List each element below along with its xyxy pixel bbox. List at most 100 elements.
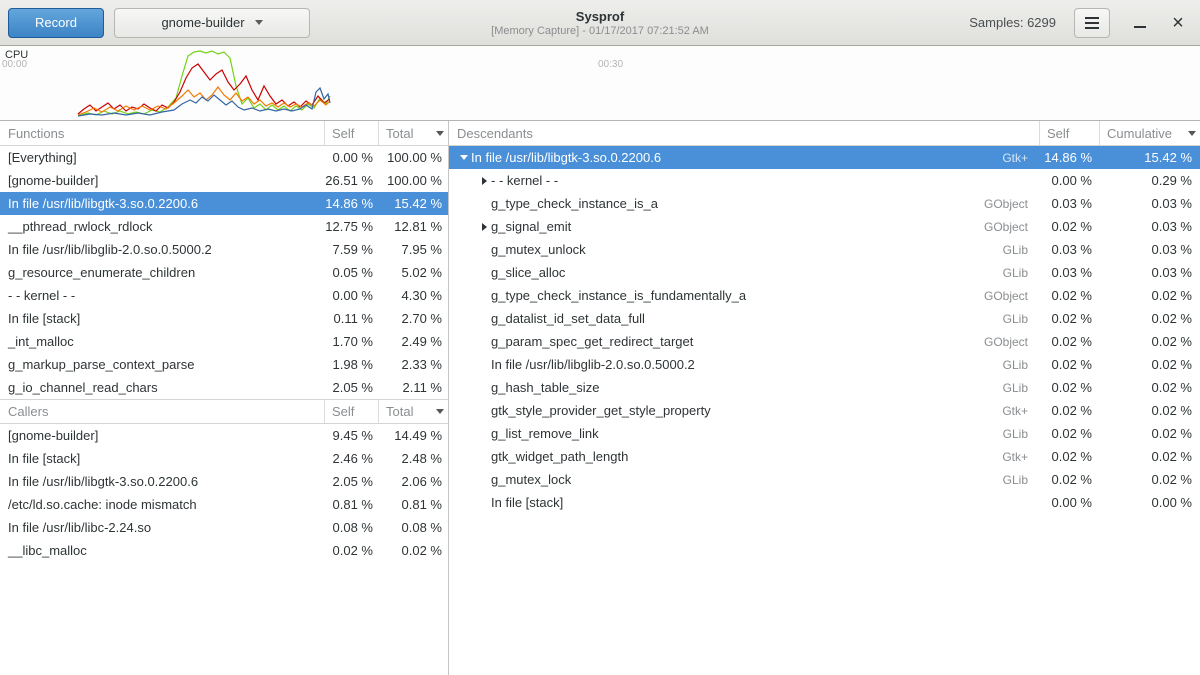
- expander-spacer: [477, 450, 491, 464]
- tree-row[interactable]: g_param_spec_get_redirect_targetGObject0…: [449, 330, 1200, 353]
- column-header-descendants[interactable]: Descendants: [449, 121, 1040, 145]
- name-cell: g_slice_alloc: [449, 265, 978, 280]
- total-value: 2.49 %: [379, 334, 448, 349]
- name-cell: g_mutex_lock: [449, 472, 978, 487]
- self-value: 1.70 %: [325, 334, 379, 349]
- table-row[interactable]: [gnome-builder]26.51 %100.00 %: [0, 169, 448, 192]
- headerbar-right: Samples: 6299 ×: [969, 8, 1192, 38]
- function-name: In file [stack]: [0, 311, 325, 326]
- table-row[interactable]: In file /usr/lib/libglib-2.0.so.0.5000.2…: [0, 238, 448, 261]
- cumulative-value: 0.02 %: [1100, 311, 1200, 326]
- table-row[interactable]: g_markup_parse_context_parse1.98 %2.33 %: [0, 353, 448, 376]
- tree-row[interactable]: g_signal_emitGObject0.02 %0.03 %: [449, 215, 1200, 238]
- name-cell: g_hash_table_size: [449, 380, 978, 395]
- table-row[interactable]: [gnome-builder]9.45 %14.49 %: [0, 424, 448, 447]
- tree-row[interactable]: g_hash_table_sizeGLib0.02 %0.02 %: [449, 376, 1200, 399]
- total-value: 0.81 %: [379, 497, 448, 512]
- table-row[interactable]: [Everything]0.00 %100.00 %: [0, 146, 448, 169]
- tree-row[interactable]: g_slice_allocGLib0.03 %0.03 %: [449, 261, 1200, 284]
- expand-expander-icon[interactable]: [477, 174, 491, 188]
- function-name: In file /usr/lib/libgtk-3.so.0.2200.6: [0, 474, 325, 489]
- function-name: __pthread_rwlock_rdlock: [0, 219, 325, 234]
- function-name: [gnome-builder]: [0, 173, 325, 188]
- table-row[interactable]: __libc_malloc0.02 %0.02 %: [0, 539, 448, 562]
- function-name: In file /usr/lib/libgtk-3.so.0.2200.6: [0, 196, 325, 211]
- self-value: 0.81 %: [325, 497, 379, 512]
- tree-row[interactable]: gtk_widget_path_lengthGtk+0.02 %0.02 %: [449, 445, 1200, 468]
- table-row[interactable]: g_resource_enumerate_children0.05 %5.02 …: [0, 261, 448, 284]
- function-name: In file [stack]: [491, 495, 563, 510]
- column-header-self[interactable]: Self: [1040, 121, 1100, 145]
- self-value: 0.03 %: [1040, 242, 1100, 257]
- tree-row[interactable]: In file /usr/lib/libglib-2.0.so.0.5000.2…: [449, 353, 1200, 376]
- sort-indicator-icon: [1188, 131, 1196, 136]
- tree-row[interactable]: - - kernel - -0.00 %0.29 %: [449, 169, 1200, 192]
- column-header-total[interactable]: Total: [379, 400, 448, 423]
- functions-table: [Everything]0.00 %100.00 %[gnome-builder…: [0, 146, 448, 399]
- self-value: 2.05 %: [325, 380, 379, 395]
- column-header-self[interactable]: Self: [325, 121, 379, 145]
- table-row[interactable]: g_io_channel_read_chars2.05 %2.11 %: [0, 376, 448, 399]
- expander-spacer: [477, 404, 491, 418]
- category-label: GLib: [978, 312, 1040, 326]
- collapse-expander-icon[interactable]: [457, 151, 471, 165]
- close-button[interactable]: ×: [1164, 9, 1192, 37]
- function-name: In file /usr/lib/libgtk-3.so.0.2200.6: [471, 150, 661, 165]
- table-row[interactable]: In file [stack]0.11 %2.70 %: [0, 307, 448, 330]
- tree-row[interactable]: gtk_style_provider_get_style_propertyGtk…: [449, 399, 1200, 422]
- tree-row[interactable]: g_datalist_id_set_data_fullGLib0.02 %0.0…: [449, 307, 1200, 330]
- name-cell: g_type_check_instance_is_a: [449, 196, 978, 211]
- right-panel: Descendants Self Cumulative In file /usr…: [449, 121, 1200, 675]
- process-selector-dropdown[interactable]: gnome-builder: [114, 8, 310, 38]
- tree-row[interactable]: g_type_check_instance_is_fundamentally_a…: [449, 284, 1200, 307]
- tree-row[interactable]: g_mutex_unlockGLib0.03 %0.03 %: [449, 238, 1200, 261]
- tree-row[interactable]: In file /usr/lib/libgtk-3.so.0.2200.6Gtk…: [449, 146, 1200, 169]
- chevron-down-icon: [255, 20, 263, 25]
- expander-spacer: [477, 381, 491, 395]
- window-title: Sysprof: [576, 9, 624, 24]
- total-value: 12.81 %: [379, 219, 448, 234]
- self-value: 2.46 %: [325, 451, 379, 466]
- tree-row[interactable]: g_type_check_instance_is_aGObject0.03 %0…: [449, 192, 1200, 215]
- column-header-total[interactable]: Total: [379, 121, 448, 145]
- category-label: GLib: [978, 243, 1040, 257]
- record-button[interactable]: Record: [8, 8, 104, 38]
- self-value: 0.02 %: [1040, 288, 1100, 303]
- category-label: GObject: [978, 197, 1040, 211]
- minimize-button[interactable]: [1126, 9, 1154, 37]
- table-row[interactable]: /etc/ld.so.cache: inode mismatch0.81 %0.…: [0, 493, 448, 516]
- cpu-graph-area[interactable]: CPU 00:00 00:30: [0, 46, 1200, 121]
- table-row[interactable]: - - kernel - -0.00 %4.30 %: [0, 284, 448, 307]
- tree-row[interactable]: g_mutex_lockGLib0.02 %0.02 %: [449, 468, 1200, 491]
- table-row[interactable]: In file [stack]2.46 %2.48 %: [0, 447, 448, 470]
- category-label: Gtk+: [978, 450, 1040, 464]
- function-name: g_markup_parse_context_parse: [0, 357, 325, 372]
- tree-row[interactable]: g_list_remove_linkGLib0.02 %0.02 %: [449, 422, 1200, 445]
- tree-row[interactable]: In file [stack]0.00 %0.00 %: [449, 491, 1200, 514]
- category-label: GLib: [978, 381, 1040, 395]
- table-row[interactable]: __pthread_rwlock_rdlock12.75 %12.81 %: [0, 215, 448, 238]
- name-cell: g_list_remove_link: [449, 426, 978, 441]
- category-label: GObject: [978, 289, 1040, 303]
- self-value: 0.02 %: [1040, 449, 1100, 464]
- table-row[interactable]: In file /usr/lib/libgtk-3.so.0.2200.62.0…: [0, 470, 448, 493]
- column-header-self[interactable]: Self: [325, 400, 379, 423]
- function-name: g_type_check_instance_is_a: [491, 196, 658, 211]
- column-header-functions[interactable]: Functions: [0, 121, 325, 145]
- function-name: [gnome-builder]: [0, 428, 325, 443]
- table-row[interactable]: In file /usr/lib/libgtk-3.so.0.2200.614.…: [0, 192, 448, 215]
- function-name: In file /usr/lib/libc-2.24.so: [0, 520, 325, 535]
- function-name: /etc/ld.so.cache: inode mismatch: [0, 497, 325, 512]
- cumulative-value: 0.29 %: [1100, 173, 1200, 188]
- column-header-total-label: Total: [386, 404, 413, 419]
- self-value: 0.02 %: [325, 543, 379, 558]
- column-header-cumulative[interactable]: Cumulative: [1100, 121, 1200, 145]
- self-value: 0.03 %: [1040, 196, 1100, 211]
- expand-expander-icon[interactable]: [477, 220, 491, 234]
- category-label: GLib: [978, 427, 1040, 441]
- cumulative-value: 0.02 %: [1100, 288, 1200, 303]
- column-header-callers[interactable]: Callers: [0, 400, 325, 423]
- menu-button[interactable]: [1074, 8, 1110, 38]
- table-row[interactable]: In file /usr/lib/libc-2.24.so0.08 %0.08 …: [0, 516, 448, 539]
- table-row[interactable]: _int_malloc1.70 %2.49 %: [0, 330, 448, 353]
